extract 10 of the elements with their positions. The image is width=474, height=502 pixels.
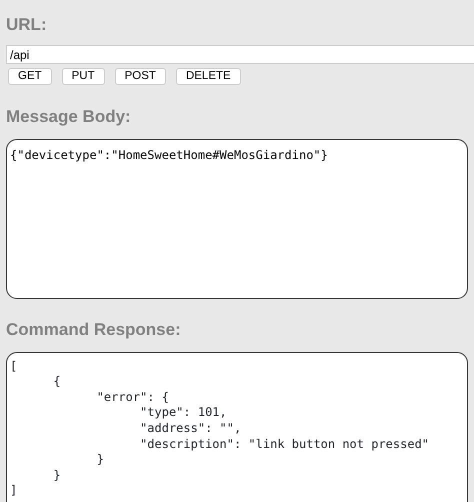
method-button[interactable]: PUT xyxy=(62,68,105,85)
section-heading: Message Body: xyxy=(6,108,132,125)
section-heading: Command Response: xyxy=(6,320,182,338)
url-input-field[interactable]: /api xyxy=(6,45,474,64)
method-button[interactable]: DELETE xyxy=(176,68,241,85)
message-body-textarea[interactable]: {"devicetype":"HomeSweetHome#WeMosGiardino"} xyxy=(6,138,468,299)
section-heading: URL: xyxy=(6,16,48,33)
method-button[interactable]: GET xyxy=(8,68,52,85)
method-button[interactable]: POST xyxy=(114,68,166,85)
response-output-box: [ { "error": { "type": 101, "address": "", "description": "link button not pressed" } } ] xyxy=(6,352,468,502)
